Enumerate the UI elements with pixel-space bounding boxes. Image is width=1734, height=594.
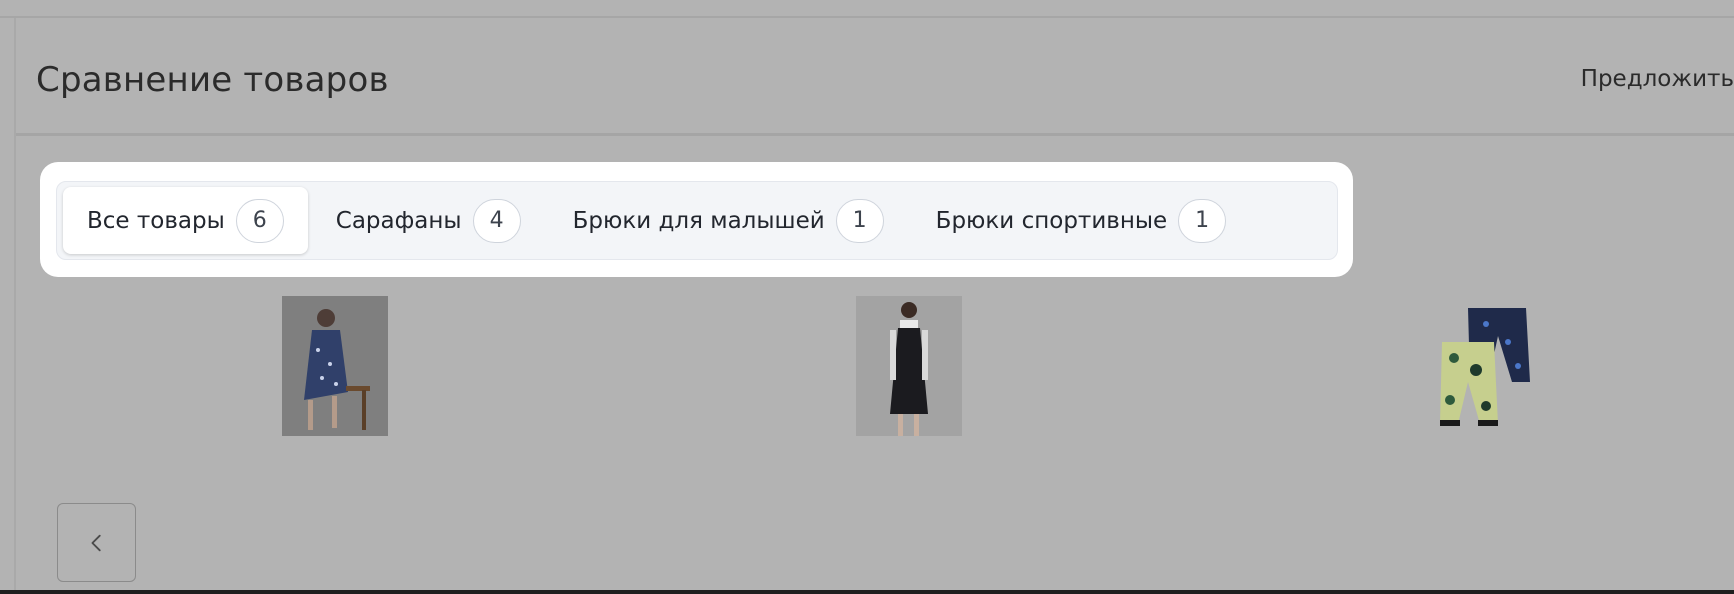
product-image-dress-floral[interactable] [282,296,388,436]
tab-baby-pants[interactable]: Брюки для малышей 1 [549,187,908,254]
page-title: Сравнение товаров [36,60,389,100]
compare-header: Сравнение товаров Предложить [16,20,1734,136]
tab-count-badge: 4 [472,198,521,243]
tab-count-badge: 1 [1178,198,1227,243]
tab-label: Брюки спортивные [935,207,1168,234]
tab-label: Брюки для малышей [572,207,825,234]
tab-label: Все товары [87,207,225,234]
tab-all-products[interactable]: Все товары 6 [63,187,308,254]
tab-count-badge: 1 [835,198,884,243]
dress-floral-photo-icon [282,296,388,436]
kids-pants-photo-icon [1430,296,1536,436]
tab-label: Сарафаны [335,207,462,234]
top-strip [0,0,1734,18]
black-sundress-photo-icon [856,296,962,436]
category-tabs: Все товары 6 Сарафаны 4 Брюки для малыше… [56,181,1338,260]
product-image-kids-pants[interactable] [1430,296,1536,436]
suggest-link[interactable]: Предложить [1581,66,1734,92]
tab-count-badge: 6 [235,198,284,243]
tab-sport-pants[interactable]: Брюки спортивные 1 [912,187,1251,254]
tab-sundresses[interactable]: Сарафаны 4 [312,187,545,254]
prev-button[interactable] [57,503,136,582]
chevron-left-icon [91,534,101,551]
product-image-black-sundress[interactable] [856,296,962,436]
bottom-border [0,590,1734,594]
